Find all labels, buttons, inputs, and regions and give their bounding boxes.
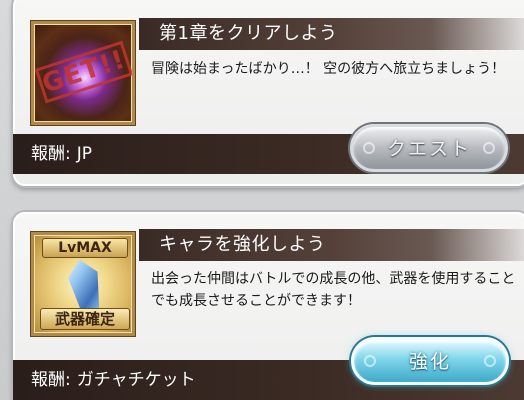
ornament-icon <box>484 355 496 367</box>
quest-button-label: クエスト <box>386 138 471 160</box>
reward-label: 報酬: <box>31 144 71 164</box>
ornament-icon <box>483 142 495 154</box>
ornament-icon <box>364 355 376 367</box>
enhance-button[interactable]: 強化 <box>351 337 509 385</box>
reward-label: 報酬: <box>31 370 71 390</box>
mission-card-enhance: LvMAX 武器確定 キャラを強化しよう 出会った仲間はバトルでの成長の他、武器… <box>13 212 524 400</box>
get-stamp-icon: GET!! <box>34 40 132 104</box>
mission-title: 第1章をクリアしよう <box>139 18 524 50</box>
reward-value: ガチャチケット <box>76 370 196 390</box>
mission-thumbnail: GET!! <box>31 21 135 125</box>
crystal-icon <box>65 256 105 313</box>
lvmax-badge: LvMAX <box>42 238 128 258</box>
enhance-button-label: 強化 <box>408 351 451 373</box>
mission-thumbnail: LvMAX 武器確定 <box>31 232 135 336</box>
reward-value: JP <box>76 144 92 164</box>
weapon-guaranteed-badge: 武器確定 <box>40 308 130 330</box>
quest-button[interactable]: クエスト <box>350 124 508 172</box>
ornament-icon <box>363 142 375 154</box>
mission-card-chapter1: GET!! 第1章をクリアしよう 冒険は始まったばかり…！ 空の彼方へ旅立ちまし… <box>13 0 524 186</box>
mission-title: キャラを強化しよう <box>139 229 524 261</box>
mission-description: 出会った仲間はバトルでの成長の他、武器を使用することでも成長させることができます… <box>151 271 516 309</box>
mission-description: 冒険は始まったばかり…！ 空の彼方へ旅立ちましょう！ <box>151 61 506 77</box>
